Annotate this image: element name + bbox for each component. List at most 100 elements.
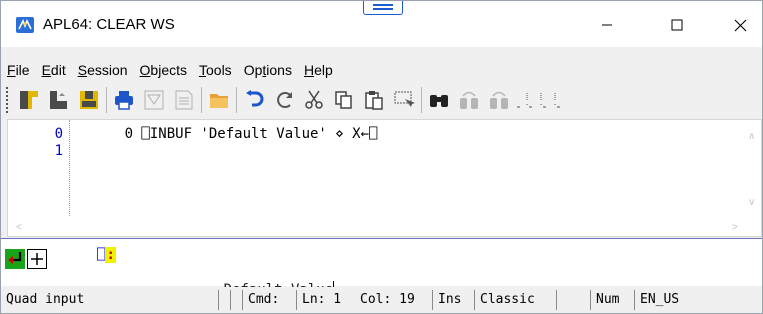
quad-symbol: ⎕ bbox=[97, 247, 106, 263]
toolbar-grip[interactable] bbox=[6, 87, 10, 113]
overflow-chevron-icon bbox=[517, 93, 560, 108]
paste-icon bbox=[365, 91, 383, 110]
print-button[interactable] bbox=[109, 85, 139, 115]
enter-icon[interactable] bbox=[5, 249, 25, 269]
find-icon bbox=[430, 95, 448, 107]
status-mode: Quad input bbox=[1, 290, 219, 310]
cut-icon bbox=[305, 90, 323, 109]
close-icon bbox=[734, 19, 746, 31]
copy-icon bbox=[335, 91, 352, 109]
menu-tools[interactable]: Tools bbox=[199, 62, 232, 78]
status-column: Col: 19 bbox=[355, 290, 433, 310]
minimize-button[interactable] bbox=[584, 9, 630, 41]
load-icon bbox=[50, 91, 67, 109]
status-numlock: Num bbox=[591, 290, 635, 310]
folder-icon bbox=[210, 94, 228, 108]
title-bar[interactable]: APL64: CLEAR WS bbox=[1, 1, 762, 47]
find-prev-icon bbox=[460, 91, 478, 109]
select-button[interactable] bbox=[389, 85, 419, 115]
document-button[interactable] bbox=[169, 85, 199, 115]
menu-bar: File Edit Session Objects Tools Options … bbox=[1, 59, 762, 81]
menu-tools-mnemonic: T bbox=[199, 62, 206, 78]
scroll-up-icon[interactable]: ∧ bbox=[748, 132, 755, 142]
menu-edit-mnemonic: E bbox=[41, 62, 51, 78]
expand-icon[interactable] bbox=[27, 249, 47, 269]
menu-options-pre: Op bbox=[243, 62, 263, 78]
print-icon bbox=[115, 91, 133, 110]
status-keyboard: Classic bbox=[475, 290, 557, 310]
session-line[interactable]: 0 ⎕INBUF 'Default Value' ⋄ X←⎕ bbox=[74, 126, 378, 143]
vertical-scrollbar[interactable]: ∧ ∨ bbox=[745, 120, 761, 220]
filter-button[interactable] bbox=[139, 85, 169, 115]
save-button[interactable] bbox=[74, 85, 104, 115]
menu-help-rest: elp bbox=[314, 62, 333, 78]
toolbar-separator bbox=[201, 87, 202, 113]
close-button[interactable] bbox=[717, 9, 762, 41]
status-blank bbox=[219, 290, 231, 310]
menu-file-mnemonic: F bbox=[7, 62, 16, 78]
copy-button[interactable] bbox=[329, 85, 359, 115]
session-editor[interactable]: 0 1 0 ⎕INBUF 'Default Value' ⋄ X←⎕ ∧ ∨ <… bbox=[7, 119, 762, 237]
menu-help[interactable]: Help bbox=[304, 62, 333, 78]
window-title: APL64: CLEAR WS bbox=[43, 16, 175, 33]
scroll-right-icon[interactable]: > bbox=[732, 223, 738, 233]
horizontal-scrollbar[interactable]: < > bbox=[8, 220, 747, 236]
status-bar: Quad input Cmd: Ln: 1 Col: 19 Ins Classi… bbox=[1, 287, 762, 313]
select-icon bbox=[394, 91, 415, 107]
menu-file-rest: ile bbox=[15, 62, 30, 78]
menu-options[interactable]: Options bbox=[244, 62, 292, 78]
menu-edit[interactable]: Edit bbox=[42, 62, 66, 78]
scroll-left-icon[interactable]: < bbox=[16, 223, 22, 233]
save-icon bbox=[80, 91, 98, 109]
new-session-icon bbox=[20, 91, 38, 109]
maximize-button[interactable] bbox=[654, 9, 700, 41]
redo-icon bbox=[277, 92, 292, 108]
toolbar-separator bbox=[106, 87, 107, 113]
menu-file[interactable]: File bbox=[7, 62, 30, 78]
redo-button[interactable] bbox=[269, 85, 299, 115]
menu-edit-rest: dit bbox=[50, 62, 66, 78]
apl64-app-icon bbox=[16, 17, 34, 33]
quad-prompt: ⎕: bbox=[97, 247, 116, 263]
quad-input-area: ⎕: Default Value bbox=[1, 238, 762, 298]
cut-button[interactable] bbox=[299, 85, 329, 115]
find-next-icon bbox=[490, 91, 508, 109]
filter-icon bbox=[144, 90, 164, 110]
paste-button[interactable] bbox=[359, 85, 389, 115]
open-folder-button[interactable] bbox=[204, 85, 234, 115]
menu-options-rest: ions bbox=[266, 62, 292, 78]
find-next-button[interactable] bbox=[484, 85, 514, 115]
menu-help-mnemonic: H bbox=[303, 62, 315, 78]
line-number-gutter: 0 1 bbox=[8, 120, 70, 216]
find-button[interactable] bbox=[424, 85, 454, 115]
quad-prompt-colon: : bbox=[105, 247, 116, 263]
undo-button[interactable] bbox=[239, 85, 269, 115]
minimize-icon bbox=[602, 24, 612, 26]
line-number: 1 bbox=[54, 143, 63, 159]
document-icon bbox=[175, 90, 193, 110]
apl64-window: APL64: CLEAR WS File Edit Session Object… bbox=[0, 0, 763, 314]
menu-objects[interactable]: Objects bbox=[140, 62, 187, 78]
menu-objects-mnemonic: O bbox=[139, 62, 151, 78]
menu-session-rest: ession bbox=[87, 62, 128, 78]
menu-session-mnemonic: S bbox=[77, 62, 88, 78]
new-session-button[interactable] bbox=[14, 85, 44, 115]
menu-session[interactable]: Session bbox=[78, 62, 128, 78]
scroll-down-icon[interactable]: ∨ bbox=[748, 198, 755, 208]
toolbar-separator bbox=[236, 87, 237, 113]
status-blank bbox=[557, 290, 591, 310]
status-blank bbox=[231, 290, 243, 310]
snap-layout-handle[interactable] bbox=[363, 1, 403, 15]
menu-tools-rest: ools bbox=[206, 62, 232, 78]
status-insert-mode: Ins bbox=[433, 290, 475, 310]
toolbar-separator bbox=[421, 87, 422, 113]
quad-icon-group bbox=[5, 249, 47, 269]
load-button[interactable] bbox=[44, 85, 74, 115]
status-locale: EN_US bbox=[640, 292, 680, 307]
find-previous-button[interactable] bbox=[454, 85, 484, 115]
menu-objects-rest: bjects bbox=[150, 62, 187, 78]
undo-icon bbox=[246, 90, 264, 107]
toolbar-overflow-button[interactable] bbox=[514, 85, 562, 115]
status-line: Ln: 1 bbox=[302, 292, 342, 307]
maximize-icon bbox=[671, 19, 683, 31]
